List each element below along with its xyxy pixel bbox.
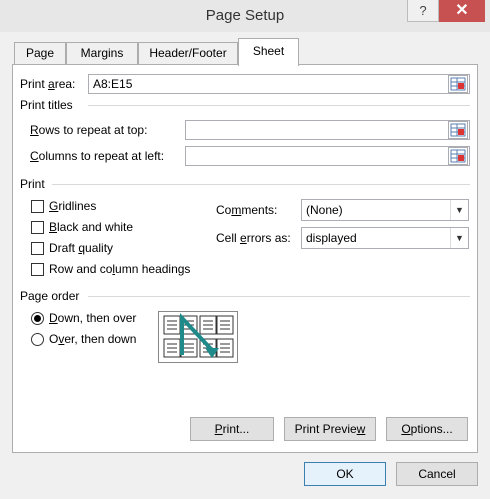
down-then-over-radio[interactable] [31,312,44,325]
row-column-headings-label: Row and column headings [49,262,191,276]
cols-repeat-collapse-button[interactable] [448,147,468,165]
rows-repeat-input[interactable] [185,120,470,140]
cell-errors-value: displayed [306,231,357,245]
comments-label: Comments: [216,203,278,217]
chevron-down-icon: ▼ [450,200,468,220]
comments-select[interactable]: (None) ▼ [301,199,469,221]
print-preview-button[interactable]: Print Preview [284,417,376,441]
over-then-down-radio[interactable] [31,333,44,346]
chevron-down-icon: ▼ [450,228,468,248]
collapse-dialog-icon [450,77,466,91]
cols-repeat-label: Columns to repeat at left: [30,149,165,163]
collapse-dialog-icon [450,123,466,137]
cancel-button[interactable]: Cancel [396,462,478,486]
tab-margins[interactable]: Margins [66,42,138,64]
cell-errors-label: Cell errors as: [216,231,291,245]
rows-repeat-label: Rows to repeat at top: [30,123,148,137]
print-area-input[interactable]: A8:E15 [88,74,470,94]
print-button[interactable]: Print... [190,417,274,441]
print-heading: Print [20,177,45,191]
section-divider [88,296,470,297]
draft-quality-checkbox[interactable] [31,242,44,255]
page-order-preview-icon [158,311,238,363]
help-button[interactable]: ? [407,0,439,22]
row-column-headings-checkbox[interactable] [31,263,44,276]
ok-button[interactable]: OK [304,462,386,486]
close-button[interactable]: ✕ [439,0,485,22]
tab-sheet[interactable]: Sheet [238,38,299,66]
gridlines-checkbox[interactable] [31,200,44,213]
collapse-dialog-icon [450,149,466,163]
black-white-label: Black and white [49,220,134,234]
rows-repeat-collapse-button[interactable] [448,121,468,139]
print-area-collapse-button[interactable] [448,75,468,93]
black-white-checkbox[interactable] [31,221,44,234]
tab-header-footer[interactable]: Header/Footer [138,42,238,64]
print-area-label: Print area: [20,77,76,91]
cell-errors-select[interactable]: displayed ▼ [301,227,469,249]
print-titles-heading: Print titles [20,98,73,112]
comments-value: (None) [306,203,343,217]
options-button[interactable]: Options... [386,417,468,441]
draft-quality-label: Draft quality [49,241,114,255]
cols-repeat-input[interactable] [185,146,470,166]
title-bar: Page Setup ? ✕ [0,0,490,32]
page-order-heading: Page order [20,289,80,303]
tab-page[interactable]: Page [14,42,66,64]
down-then-over-label: Down, then over [49,311,137,325]
over-then-down-label: Over, then down [49,332,137,346]
section-divider [52,184,470,185]
gridlines-label: Gridlines [49,199,97,213]
section-divider [88,105,470,106]
